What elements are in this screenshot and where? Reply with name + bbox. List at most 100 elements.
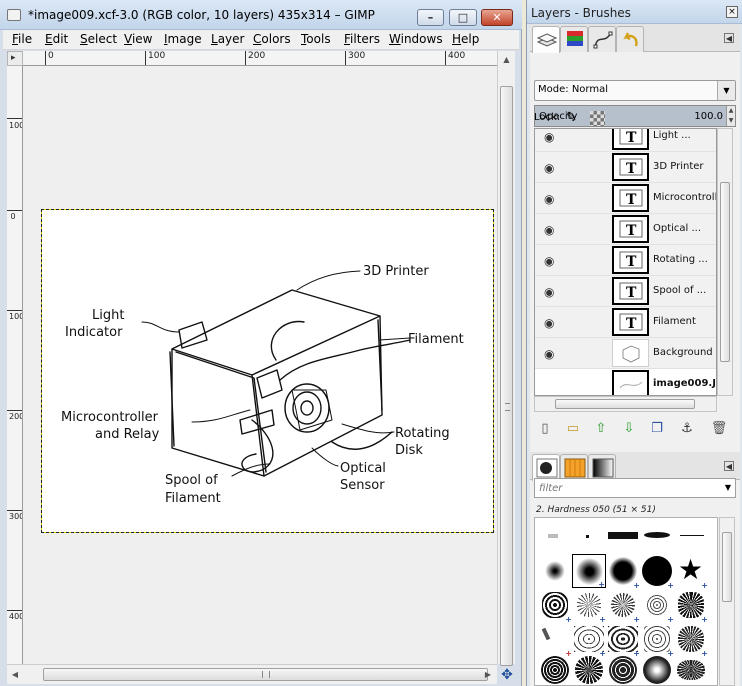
new-group-icon[interactable]: ▭: [564, 420, 582, 438]
tab-menu-icon[interactable]: ◀: [724, 461, 734, 471]
eye-icon[interactable]: ◉: [544, 192, 554, 206]
tab-gradients[interactable]: [588, 454, 616, 480]
duplicate-layer-icon[interactable]: ❐: [648, 420, 666, 438]
brush-filter-field[interactable]: ▼: [534, 478, 736, 498]
raise-layer-icon[interactable]: ⇧: [592, 420, 610, 438]
brush-item[interactable]: [538, 554, 572, 588]
lock-pixels-icon[interactable]: ✎: [566, 110, 577, 125]
layer-row[interactable]: ◉ T Microcontroller: [535, 183, 716, 214]
canvas-vertical-scrollbar[interactable]: ▲: [497, 51, 515, 666]
lock-alpha-icon[interactable]: [590, 111, 605, 126]
layer-row[interactable]: ◉ T 3D Printer: [535, 152, 716, 183]
eye-icon[interactable]: ◉: [544, 223, 554, 237]
scrollbar-thumb[interactable]: [43, 668, 488, 681]
brush-item[interactable]: [674, 654, 708, 685]
menu-colors[interactable]: Colors: [253, 32, 291, 46]
brush-item[interactable]: [572, 654, 606, 685]
brush-item[interactable]: ★ +: [674, 554, 708, 591]
brush-item[interactable]: +: [674, 622, 708, 658]
navigate-icon[interactable]: ✥: [498, 666, 516, 684]
layer-row[interactable]: ◉ T Light ...: [535, 129, 716, 152]
eye-icon[interactable]: ◉: [544, 161, 554, 175]
eye-icon[interactable]: ◉: [544, 254, 554, 268]
brush-item-selected[interactable]: +: [572, 554, 606, 589]
layer-row[interactable]: ◉ T Optical ...: [535, 214, 716, 245]
menu-help[interactable]: Help: [452, 32, 479, 46]
layers-horizontal-scrollbar[interactable]: [534, 396, 717, 412]
menu-windows[interactable]: Windows: [389, 32, 443, 46]
brush-item[interactable]: +: [606, 622, 640, 658]
eye-icon[interactable]: ◉: [544, 285, 554, 299]
menu-filters[interactable]: Filters: [344, 32, 380, 46]
eye-icon[interactable]: ◉: [544, 130, 554, 144]
tab-patterns[interactable]: [560, 454, 588, 480]
close-button[interactable]: ✕: [481, 9, 513, 26]
tab-undo-history[interactable]: [616, 26, 644, 52]
minimize-button[interactable]: –: [417, 9, 444, 26]
image-window-titlebar[interactable]: *image009.xcf-3.0 (RGB color, 10 layers)…: [0, 0, 522, 30]
layer-row[interactable]: ◉ T Rotating ...: [535, 245, 716, 276]
tab-menu-icon[interactable]: ◀: [724, 33, 734, 43]
brush-item[interactable]: [538, 654, 572, 685]
scroll-up-icon[interactable]: ▲: [498, 51, 515, 68]
brush-item[interactable]: +: [606, 554, 640, 590]
menu-select[interactable]: Select: [80, 32, 117, 46]
brush-item[interactable]: +: [572, 588, 606, 624]
layer-mode-select[interactable]: Mode: Normal ▼: [534, 80, 736, 101]
opacity-spinner[interactable]: ▲ ▼: [726, 106, 735, 126]
scrollbar-thumb[interactable]: [500, 86, 513, 666]
menu-view[interactable]: View: [124, 32, 152, 46]
scrollbar-thumb[interactable]: [555, 399, 695, 409]
brush-item[interactable]: +: [640, 588, 674, 624]
brush-filter-input[interactable]: [535, 479, 705, 497]
brush-item[interactable]: [640, 520, 674, 554]
menu-file[interactable]: File: [12, 32, 32, 46]
image-canvas[interactable]: 3D Printer Light Indicator Filament Micr…: [41, 209, 494, 533]
eye-icon[interactable]: ◉: [544, 316, 554, 330]
menu-image[interactable]: Image: [164, 32, 202, 46]
quick-mask-toggle[interactable]: ▸: [7, 51, 23, 66]
brush-item[interactable]: [538, 520, 572, 554]
layers-vertical-scrollbar[interactable]: [717, 128, 733, 396]
canvas-horizontal-scrollbar[interactable]: ◀ ▶: [7, 664, 497, 684]
layers-list[interactable]: ◉ T Light ... ◉ T 3D Printer ◉ T Microco…: [534, 128, 717, 396]
anchor-icon[interactable]: ⚓: [678, 420, 696, 438]
scrollbar-thumb[interactable]: [722, 532, 732, 602]
brushes-vertical-scrollbar[interactable]: [719, 517, 735, 686]
scroll-right-icon[interactable]: ▶: [480, 665, 496, 685]
layer-row[interactable]: ◉ T Filament: [535, 307, 716, 338]
scrollbar-thumb[interactable]: [720, 182, 730, 362]
tab-channels[interactable]: [560, 26, 588, 52]
dock-titlebar[interactable]: Layers - Brushes ×: [527, 0, 742, 24]
tab-paths[interactable]: [588, 26, 616, 52]
brush-item[interactable]: +: [640, 622, 674, 658]
layer-row[interactable]: image009.JPG: [535, 369, 716, 395]
brush-item[interactable]: +: [674, 588, 708, 624]
brush-item[interactable]: +: [606, 588, 640, 624]
brush-item[interactable]: +: [572, 622, 606, 658]
new-layer-icon[interactable]: ▯: [536, 420, 554, 438]
delete-layer-icon[interactable]: 🗑: [710, 420, 728, 438]
brush-item[interactable]: [606, 520, 640, 554]
maximize-button[interactable]: □: [449, 9, 477, 26]
tab-layers[interactable]: [532, 26, 560, 53]
tab-brushes[interactable]: [532, 454, 560, 481]
brush-item[interactable]: [640, 654, 674, 685]
scroll-left-icon[interactable]: ◀: [7, 665, 23, 685]
close-icon[interactable]: ×: [726, 6, 738, 18]
eye-icon[interactable]: ◉: [544, 347, 554, 361]
brush-grid[interactable]: + + + ★ + + + + + + + + + + +: [534, 517, 718, 686]
brush-item[interactable]: +: [538, 622, 572, 658]
layer-row[interactable]: ◉ Background: [535, 338, 716, 369]
chevron-down-icon[interactable]: ▼: [725, 483, 731, 492]
menu-layer[interactable]: Layer: [211, 32, 244, 46]
brush-item[interactable]: +: [640, 554, 674, 590]
brush-item[interactable]: [572, 520, 606, 554]
brush-item[interactable]: [674, 520, 708, 554]
layer-row[interactable]: ◉ T Spool of ...: [535, 276, 716, 307]
vertical-ruler[interactable]: 100 0 100 200 300 400: [7, 66, 23, 664]
menu-edit[interactable]: Edit: [45, 32, 68, 46]
menu-tools[interactable]: Tools: [301, 32, 331, 46]
brush-item[interactable]: [606, 654, 640, 685]
canvas-area[interactable]: 3D Printer Light Indicator Filament Micr…: [23, 66, 497, 664]
